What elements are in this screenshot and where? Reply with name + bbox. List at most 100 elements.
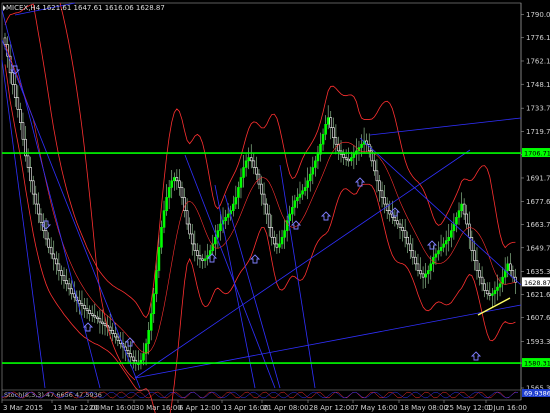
trendline[interactable] (359, 137, 522, 286)
candle (296, 197, 299, 202)
candle (332, 127, 335, 138)
candle (288, 213, 292, 221)
candle (442, 243, 445, 248)
candle (239, 177, 243, 188)
time-tick-label: 28 Apr 12:00 (309, 404, 355, 412)
current-price-label: 1628.87 (524, 279, 550, 287)
candle (506, 263, 510, 271)
price-tick-label: 1649.70 (526, 244, 550, 252)
trendline[interactable] (214, 184, 256, 389)
candle (308, 173, 312, 182)
trendline[interactable] (1, 39, 141, 389)
candle (165, 197, 168, 212)
candle (457, 210, 461, 218)
candle (290, 207, 294, 215)
candle (334, 137, 338, 145)
candle (373, 160, 376, 172)
candle (460, 203, 463, 212)
candle (85, 308, 89, 311)
level-lower-label: 1580.31 (524, 360, 550, 368)
candle (116, 336, 120, 341)
up-arrow-icon (249, 254, 261, 264)
up-arrow-icon (290, 220, 302, 230)
candle (247, 157, 250, 162)
candle (509, 263, 512, 271)
candle (60, 270, 63, 276)
time-tick-label: 21 Apr 08:00 (263, 404, 309, 412)
price-tick-label: 1677.60 (526, 198, 550, 206)
time-tick-label: 7 May 16:00 (354, 404, 398, 412)
candle (398, 223, 402, 228)
up-arrow-icon (124, 337, 136, 347)
candle (473, 250, 476, 261)
candle (162, 210, 166, 228)
candle (155, 270, 158, 295)
candle (311, 167, 315, 175)
candle (47, 238, 50, 248)
up-arrow-icon (470, 351, 482, 361)
chart-title: MICEX,H4 1621.61 1647.61 1616.06 1628.87 (6, 4, 165, 12)
yellow-trend-segment[interactable] (477, 297, 511, 316)
candle (83, 305, 86, 310)
candle (152, 293, 156, 315)
candle (88, 310, 91, 315)
candle (511, 270, 515, 278)
candle (314, 160, 317, 168)
candle (180, 187, 184, 198)
candle (49, 246, 53, 255)
candle (198, 255, 202, 260)
candle (196, 250, 199, 256)
up-arrow-icon (426, 240, 438, 250)
candle (72, 293, 76, 298)
time-tick-label: 18 May 08:00 (400, 404, 448, 412)
candle (62, 275, 66, 281)
candle (306, 180, 309, 188)
candle (434, 253, 438, 258)
candle (478, 270, 481, 278)
candle (216, 230, 220, 238)
candle (462, 203, 466, 215)
price-tick-label: 1719.70 (526, 128, 550, 136)
bollinger-lower (4, 64, 516, 413)
candle (432, 256, 435, 265)
candle (375, 170, 379, 182)
candle (396, 220, 399, 225)
price-chart[interactable]: 1790.00 1776.10 1762.10 1748.10 1733.70 1719.… (0, 0, 550, 413)
candle (226, 213, 230, 218)
candle (170, 180, 174, 188)
candle (19, 109, 22, 123)
trendline[interactable] (369, 117, 522, 136)
trendline[interactable] (1, 59, 46, 389)
candle (267, 213, 271, 228)
candle (483, 283, 486, 291)
candle (344, 157, 348, 160)
candle (178, 180, 181, 188)
candle (149, 313, 153, 331)
candle (214, 236, 217, 245)
time-tick-label: 6 Apr 12:00 (179, 404, 220, 412)
candle (3, 37, 7, 45)
candle (203, 258, 207, 261)
candle (147, 330, 150, 344)
candle (429, 263, 433, 271)
candle (326, 117, 330, 125)
time-tick-label: 20 Mar 16:00 (89, 404, 136, 412)
candle (496, 286, 499, 291)
candle (488, 293, 492, 296)
candle (26, 155, 30, 168)
candle (270, 227, 274, 238)
candle (231, 203, 235, 212)
trendline[interactable] (134, 304, 522, 379)
bollinger-middle (4, 44, 516, 354)
time-tick-label: 30 Mar 16:00 (135, 404, 182, 412)
candle (52, 253, 56, 260)
chart-window[interactable]: 1790.00 1776.10 1762.10 1748.10 1733.70 1719.… (0, 0, 550, 413)
candle (193, 243, 197, 251)
candle (44, 230, 48, 240)
candle (450, 230, 453, 238)
candle (157, 246, 161, 271)
candle (54, 258, 58, 265)
candle (321, 133, 325, 145)
candle (475, 260, 479, 271)
candle (96, 316, 99, 320)
